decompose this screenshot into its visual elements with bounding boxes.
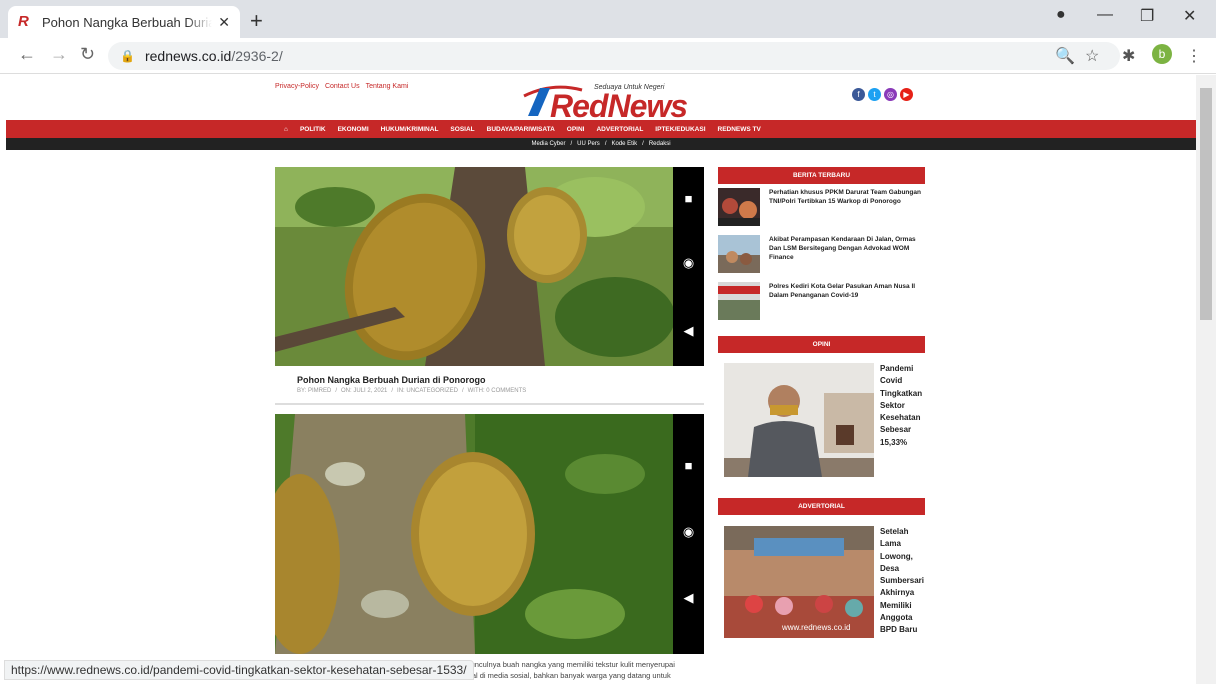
advertorial-feature-image[interactable]: www.rednews.co.id [724,526,874,638]
post-excerpt-line: njadi viral di media sosial, bahkan bany… [446,671,671,680]
post-excerpt-line: hkan munculnya buah nangka yang memiliki… [446,660,675,669]
durian-like-jackfruit-image [275,414,673,654]
nav-item-politik[interactable]: POLITIK [300,126,326,133]
sub-navigation: Media Cyber / UU Pers / Kode Etik / Reda… [6,138,1196,150]
subnav-separator: / [604,141,607,147]
web-page: Privacy-Policy Contact Us Tentang Kami R… [0,75,1196,684]
nav-item-ekonomi[interactable]: EKONOMI [338,126,369,133]
advertorial-caption[interactable]: Setelah Lama Lowong, Desa Sumbersari Akh… [880,526,925,637]
url-path: /2936-2/ [231,48,283,64]
nav-item-advertorial[interactable]: ADVERTORIAL [596,126,643,133]
forward-arrow-icon[interactable]: → [50,44,68,65]
browser-toolbar: ← → ↻ 🔒 rednews.co.id/2936-2/ 🔍 ☆ ✱ ⋮ [0,38,1216,74]
youtube-icon[interactable]: ▶ [900,88,913,101]
privacy-policy-link[interactable]: Privacy-Policy [275,83,319,90]
tab-title: Pohon Nangka Berbuah Durian di Ponorogo [42,14,213,30]
twitter-icon[interactable]: t [868,88,881,101]
instagram-icon[interactable]: ◎ [884,88,897,101]
nav-item-sosial[interactable]: SOSIAL [450,126,474,133]
post-category[interactable]: IN: UNCATEGORIZED [397,388,458,394]
home-circle-icon: ◉ [682,524,695,539]
nav-item-budaya-pariwisata[interactable]: BUDAYA/PARIWISATA [487,126,555,133]
berita-terbaru-heading: BERITA TERBARU [718,167,925,184]
restore-window-icon[interactable]: ❐ [1140,6,1154,26]
subnav-redaksi[interactable]: Redaksi [649,141,671,147]
article-photo-2 [275,414,673,654]
new-tab-button[interactable]: + [250,8,263,34]
opini-caption[interactable]: Pandemi Covid Tingkatkan Sektor Kesehata… [880,363,925,449]
browser-tab[interactable]: R Pohon Nangka Berbuah Durian di Ponorog… [8,6,240,38]
news-item-title[interactable]: Akibat Perampasan Kendaraan Di Jalan, Or… [769,235,921,262]
advertorial-photo-image: www.rednews.co.id [724,526,874,638]
profile-avatar[interactable]: b [1152,44,1172,64]
home-circle-icon: ◉ [682,255,695,270]
news-thumbnail [718,188,760,226]
social-icons: f t ◎ ▶ [852,88,913,101]
post-author[interactable]: BY: PIMRED [297,388,331,394]
nav-item-opini[interactable]: OPINI [567,126,585,133]
bookmark-star-icon[interactable]: ☆ [1085,46,1099,66]
news-thumbnail [718,282,760,320]
post-meta: BY: PIMRED / ON: JULI 2, 2021/ IN: UNCATE… [297,388,527,394]
recents-square-icon: ■ [684,191,693,206]
tab-close-icon[interactable]: ✕ [218,14,230,31]
link-status-bar: https://www.rednews.co.id/pandemi-covid-… [4,660,474,680]
news-item[interactable]: Akibat Perampasan Kendaraan Di Jalan, Or… [718,235,925,275]
rednews-logo[interactable]: RedNews Seduaya Untuk Negeri [522,80,688,124]
profile-menu-icon[interactable]: ● [1056,6,1066,24]
facebook-icon[interactable]: f [852,88,865,101]
address-bar[interactable]: 🔒 rednews.co.id/2936-2/ [108,42,1120,70]
subnav-separator: / [570,141,573,147]
nav-item-hukum-kriminal[interactable]: HUKUM/KRIMINAL [381,126,439,133]
article-photo-1 [275,167,673,366]
opini-feature-image[interactable] [724,363,874,477]
nav-item-iptek-edukasi[interactable]: IPTEK/EDUKASI [655,126,705,133]
news-thumbnail [718,235,760,273]
home-icon[interactable]: ⌂ [284,126,288,133]
post-comments[interactable]: WITH: 0 COMMENTS [468,388,527,394]
advertorial-watermark: www.rednews.co.id [781,623,850,632]
back-triangle-icon: ◀ [683,590,694,605]
lock-icon: 🔒 [120,49,135,63]
news-item[interactable]: Perhatian khusus PPKM Darurat Team Gabun… [718,188,925,228]
header-top-links: Privacy-Policy Contact Us Tentang Kami [275,83,408,90]
main-navigation: ⌂ POLITIK EKONOMI HUKUM/KRIMINAL SOSIAL … [6,120,1196,138]
close-window-icon[interactable]: ✕ [1183,6,1196,26]
browser-menu-icon[interactable]: ⋮ [1186,46,1202,66]
post-excerpt: hkan munculnya buah nangka yang memiliki… [446,659,706,681]
url-host: rednews.co.id [144,48,232,64]
subnav-media-cyber[interactable]: Media Cyber [531,141,565,147]
news-item[interactable]: Polres Kediri Kota Gelar Pasukan Aman Nu… [718,282,925,322]
extensions-puzzle-icon[interactable]: ✱ [1122,46,1135,66]
zoom-icon[interactable]: 🔍 [1055,46,1075,66]
phone-navbar-2: ■ ◉ ◀ [673,414,704,654]
scrollbar-thumb[interactable] [1200,88,1212,320]
advertorial-heading: ADVERTORIAL [718,498,925,515]
news-item-title[interactable]: Polres Kediri Kota Gelar Pasukan Aman Nu… [769,282,921,300]
subnav-uu-pers[interactable]: UU Pers [577,141,600,147]
back-arrow-icon[interactable]: ← [18,44,36,65]
subnav-kode-etik[interactable]: Kode Etik [611,141,637,147]
logo-tagline: Seduaya Untuk Negeri [594,84,665,91]
tab-strip: R Pohon Nangka Berbuah Durian di Ponorog… [0,0,1216,38]
recents-square-icon: ■ [684,458,693,473]
nav-item-rednews-tv[interactable]: REDNEWS TV [718,126,761,133]
news-item-title[interactable]: Perhatian khusus PPKM Darurat Team Gabun… [769,188,921,206]
opini-heading: OPINI [718,336,925,353]
tentang-kami-link[interactable]: Tentang Kami [366,83,409,90]
post-title[interactable]: Pohon Nangka Berbuah Durian di Ponorogo [297,375,486,385]
site-favicon-icon: R [18,13,29,30]
post-divider [275,403,704,405]
contact-us-link[interactable]: Contact Us [325,83,360,90]
back-triangle-icon: ◀ [683,323,694,338]
reload-icon[interactable]: ↻ [80,44,95,65]
minimize-window-icon[interactable]: — [1097,6,1113,24]
post-date: ON: JULI 2, 2021 [341,388,388,394]
opini-photo-image [724,363,874,477]
subnav-separator: / [642,141,644,147]
phone-navbar-1: ■ ◉ ◀ [673,167,704,366]
jackfruit-photo-image [275,167,673,366]
